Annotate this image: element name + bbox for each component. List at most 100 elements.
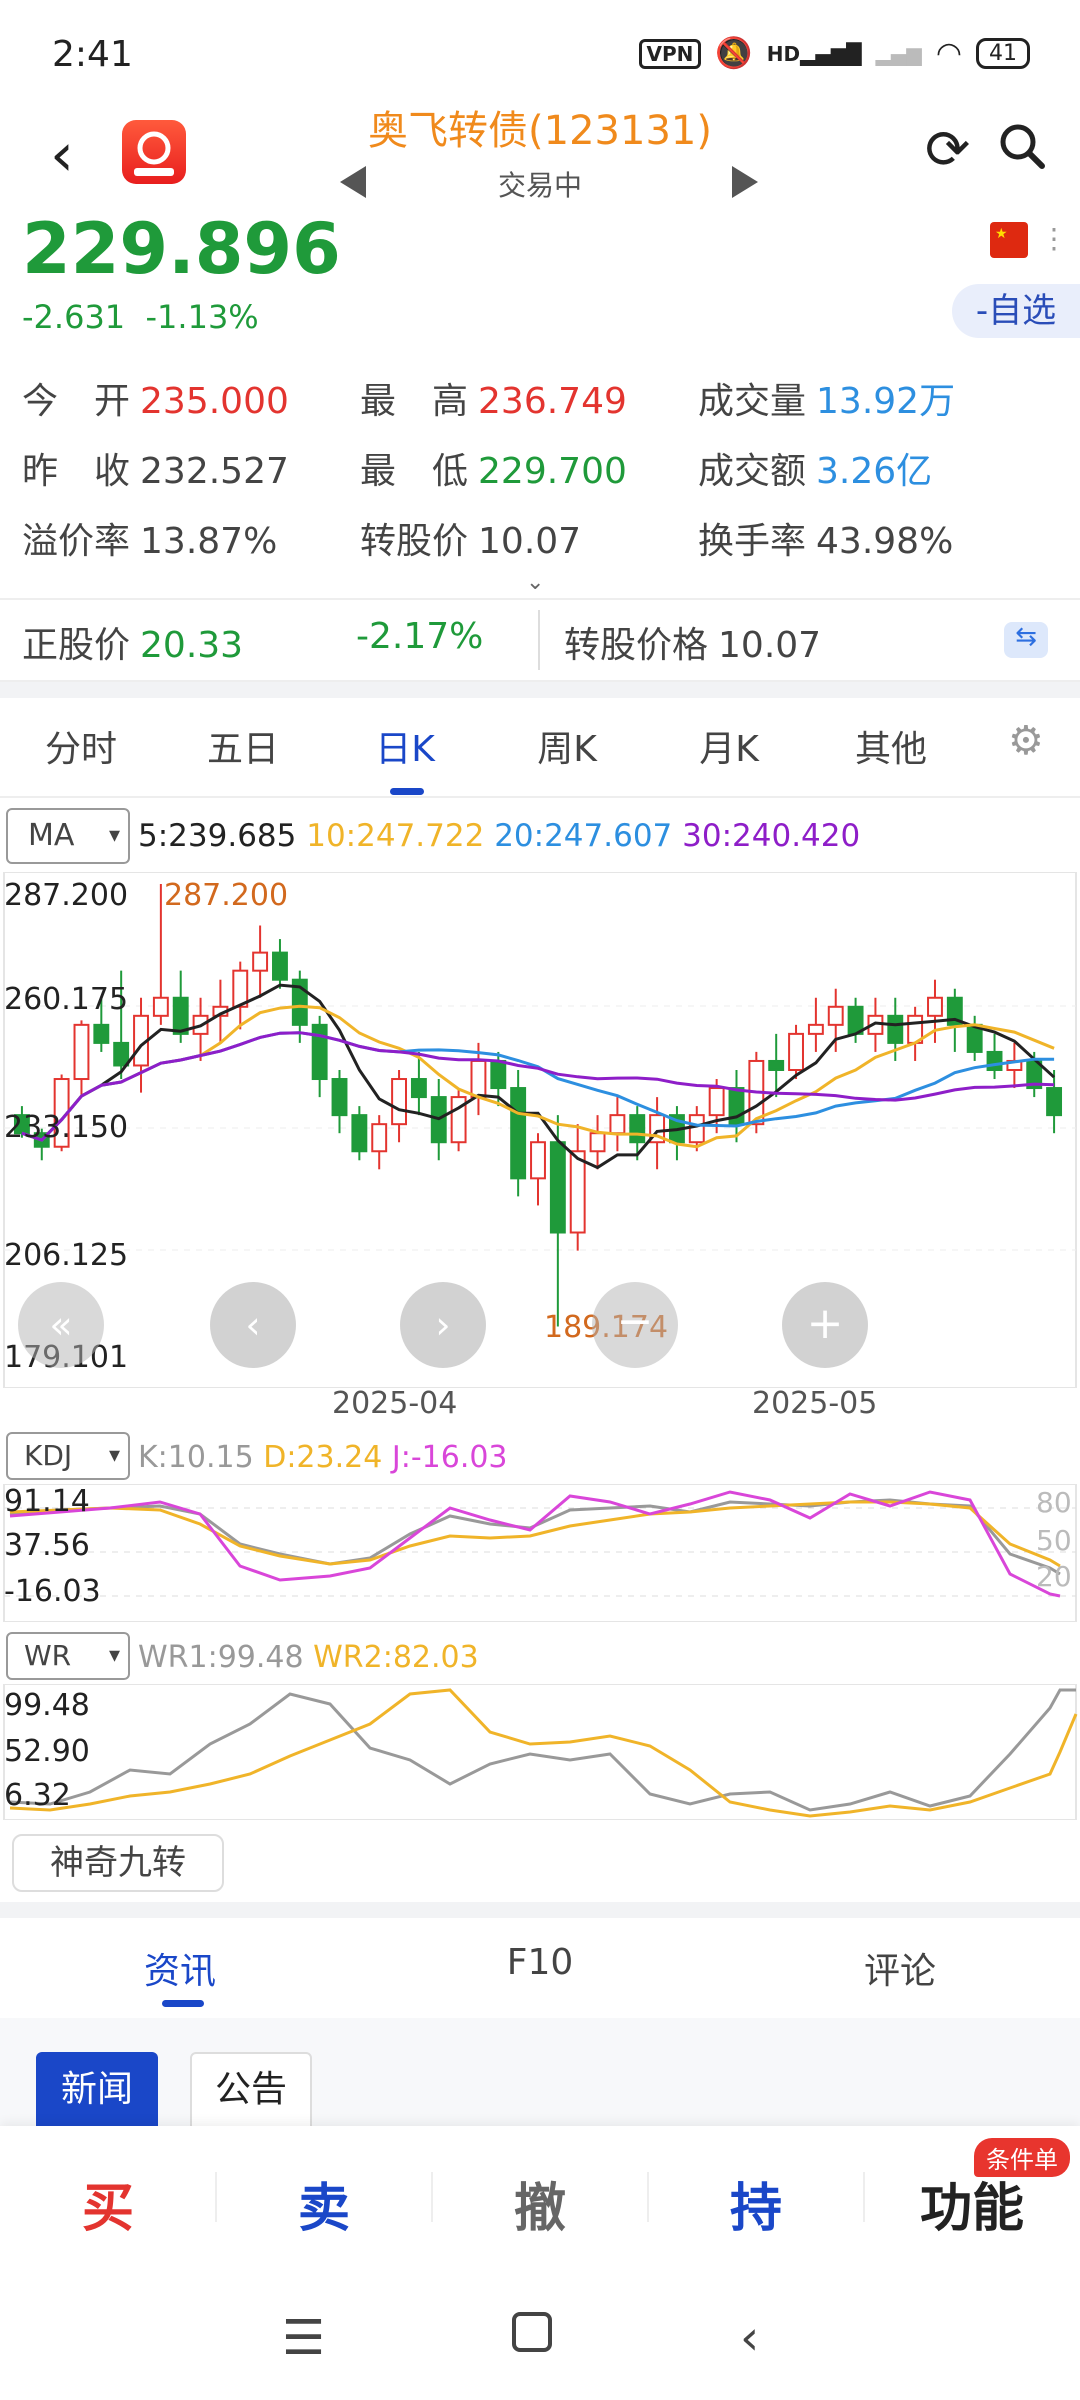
period-tabs: 分时 五日 日K 周K 月K 其他 xyxy=(0,698,1080,798)
subtab-news[interactable]: 新闻 xyxy=(36,2052,158,2128)
back-icon[interactable]: ‹ xyxy=(50,120,74,190)
candle-body xyxy=(510,1087,527,1180)
wr-y-top: 99.48 xyxy=(4,1688,90,1723)
stat-conv: 转股价 10.07 xyxy=(360,521,582,562)
candle-body xyxy=(569,1150,586,1234)
kdj-y-mid: 37.56 xyxy=(4,1528,90,1563)
info-tab-indicator xyxy=(162,2000,204,2007)
swap-icon[interactable]: ⇆ xyxy=(1004,622,1048,658)
functions-button[interactable]: 功能 xyxy=(864,2166,1080,2241)
home-icon[interactable] xyxy=(510,2310,554,2366)
signal-icon: HD▂▄▆█ xyxy=(766,41,862,66)
candle-body xyxy=(252,951,269,972)
next-stock-icon[interactable] xyxy=(732,166,758,198)
app-logo xyxy=(122,120,186,184)
vpn-icon: VPN xyxy=(638,38,702,69)
scroll-left-icon[interactable]: ‹ xyxy=(210,1282,296,1368)
candle-body xyxy=(788,1032,804,1071)
expand-stats-icon[interactable]: ⌄ xyxy=(526,570,544,595)
candle-body xyxy=(609,1114,626,1135)
stat-high: 最 高 236.749 xyxy=(360,381,627,422)
refresh-icon[interactable]: ⟳ xyxy=(925,118,970,181)
add-watchlist-button[interactable]: -自选 xyxy=(952,284,1080,338)
kdj-y-bottom: -16.03 xyxy=(4,1574,101,1609)
candle-body xyxy=(93,1023,110,1044)
candle-body xyxy=(887,1014,904,1044)
y-label-mid: 233.150 xyxy=(4,1110,129,1145)
wifi-icon: ◠ xyxy=(935,36,962,71)
ma-indicator-select[interactable]: MA xyxy=(6,808,130,864)
sell-button[interactable]: 卖 xyxy=(216,2166,432,2241)
page-title: 奥飞转债(123131) xyxy=(368,108,712,154)
kdj-chart xyxy=(3,1484,1077,1622)
candle-body xyxy=(113,1041,130,1067)
tab-intraday[interactable]: 分时 xyxy=(0,720,162,772)
subtab-announcements[interactable]: 公告 xyxy=(190,2052,312,2128)
active-tab-indicator xyxy=(390,788,424,795)
wr-chart xyxy=(3,1684,1078,1820)
tab-monthly-k[interactable]: 月K xyxy=(648,720,810,772)
max-marker: 287.200 xyxy=(164,878,289,913)
wr-select[interactable]: WR xyxy=(6,1632,130,1680)
stat-premium: 溢价率 13.87% xyxy=(22,521,278,562)
tab-f10[interactable]: F10 xyxy=(440,1942,640,1983)
candle-body xyxy=(768,1059,785,1071)
holdings-button[interactable]: 持 xyxy=(648,2166,864,2241)
more-icon[interactable]: ⋮ xyxy=(1040,222,1068,255)
current-price: 229.896 xyxy=(22,208,341,290)
candle-body xyxy=(410,1078,427,1099)
zoom-in-icon[interactable]: + xyxy=(782,1282,868,1368)
y-label-lower: 206.125 xyxy=(4,1238,129,1273)
x-tick-apr: 2025-04 xyxy=(332,1386,458,1421)
candle-body xyxy=(530,1141,546,1180)
magic-nine-button[interactable]: 神奇九转 xyxy=(12,1834,224,1892)
tab-news-info[interactable]: 资讯 xyxy=(80,1942,280,1994)
menu-icon[interactable]: ☰ xyxy=(282,2310,325,2366)
underlying-stock-bar[interactable]: 正股价 20.33 -2.17% 转股价格 10.07 xyxy=(0,598,1080,682)
rewind-icon[interactable]: « xyxy=(18,1282,104,1368)
candle-body xyxy=(589,1132,606,1153)
candle-body xyxy=(927,996,943,1017)
candle-body xyxy=(549,1141,566,1234)
tab-5day[interactable]: 五日 xyxy=(162,720,324,772)
trade-action-bar: 买 卖 撤 持 功能 xyxy=(0,2126,1080,2266)
tab-weekly-k[interactable]: 周K xyxy=(486,720,648,772)
scroll-right-icon[interactable]: › xyxy=(400,1282,486,1368)
kdj-select[interactable]: KDJ xyxy=(6,1432,130,1480)
candle-body xyxy=(311,1023,328,1081)
candle-body xyxy=(807,1023,824,1035)
candle-body xyxy=(152,996,169,1017)
tab-comments[interactable]: 评论 xyxy=(800,1942,1000,1994)
stat-open: 今 开 235.000 xyxy=(22,381,289,422)
signal2-icon: ▂▄▆ xyxy=(875,41,922,66)
status-time: 2:41 xyxy=(52,34,133,75)
price-change: -2.631 -1.13% xyxy=(22,298,259,336)
back-nav-icon[interactable]: ‹ xyxy=(740,2310,759,2366)
buy-button[interactable]: 买 xyxy=(0,2166,216,2241)
tab-daily-k[interactable]: 日K xyxy=(324,720,486,772)
kdj-level-80: 80 xyxy=(1036,1486,1072,1519)
candle-body xyxy=(351,1114,368,1153)
settings-icon[interactable]: ⚙ xyxy=(1008,718,1044,764)
candle-body xyxy=(629,1114,646,1144)
stat-amount: 成交额 3.26亿 xyxy=(698,451,933,492)
candle-body xyxy=(986,1050,1003,1071)
svg-text:★: ★ xyxy=(995,226,1008,242)
tab-other[interactable]: 其他 xyxy=(810,720,972,772)
system-nav-bar: ☰ ‹ xyxy=(0,2266,1080,2400)
zoom-out-icon[interactable]: − xyxy=(592,1282,678,1368)
search-icon[interactable] xyxy=(996,120,1048,184)
y-label-top: 287.200 xyxy=(4,878,129,913)
wr-y-bottom: 6.32 xyxy=(4,1778,71,1813)
candle-body xyxy=(331,1078,348,1117)
china-flag-icon: ★ xyxy=(990,222,1028,258)
conditional-order-badge[interactable]: 条件单 xyxy=(974,2138,1070,2177)
cancel-order-button[interactable]: 撤 xyxy=(432,2166,648,2241)
stat-turnover: 换手率 43.98% xyxy=(698,521,954,562)
mute-icon: 🔕 xyxy=(715,36,753,71)
candle-body xyxy=(827,1005,844,1026)
candlestick-chart[interactable] xyxy=(0,872,1080,1388)
y-label-upper: 260.175 xyxy=(4,982,129,1017)
candle-body xyxy=(371,1123,388,1153)
status-icons: VPN 🔕 HD▂▄▆█ ▂▄▆ ◠ 41 xyxy=(638,36,1030,71)
